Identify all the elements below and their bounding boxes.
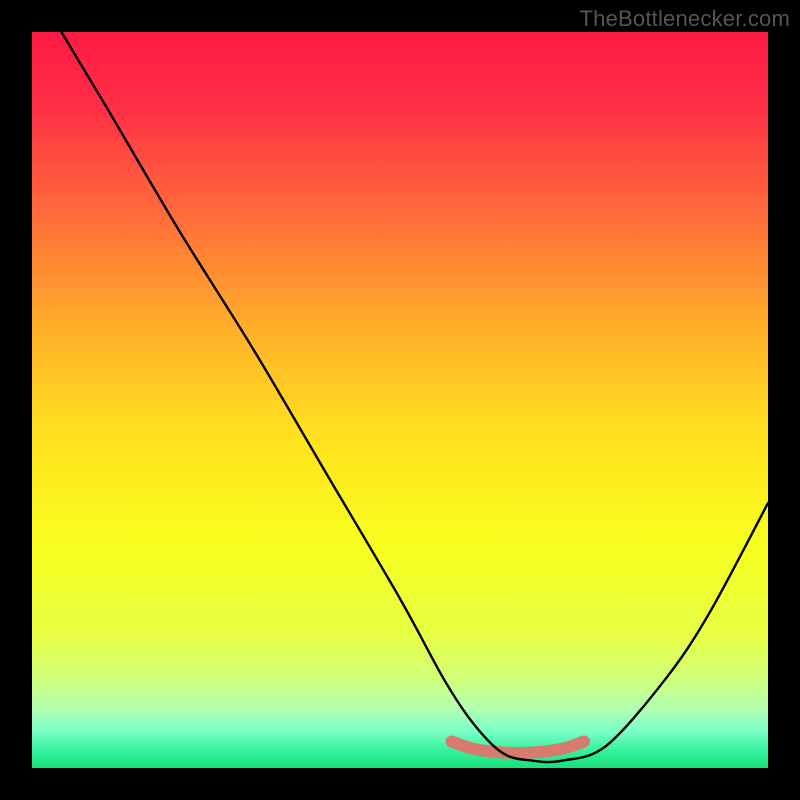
attribution-text: TheBottlenecker.com (580, 6, 790, 32)
plot-area (32, 32, 768, 768)
bottleneck-curve (61, 32, 768, 762)
curve-layer (32, 32, 768, 768)
optimal-highlight (452, 742, 584, 754)
chart-container: TheBottlenecker.com (0, 0, 800, 800)
